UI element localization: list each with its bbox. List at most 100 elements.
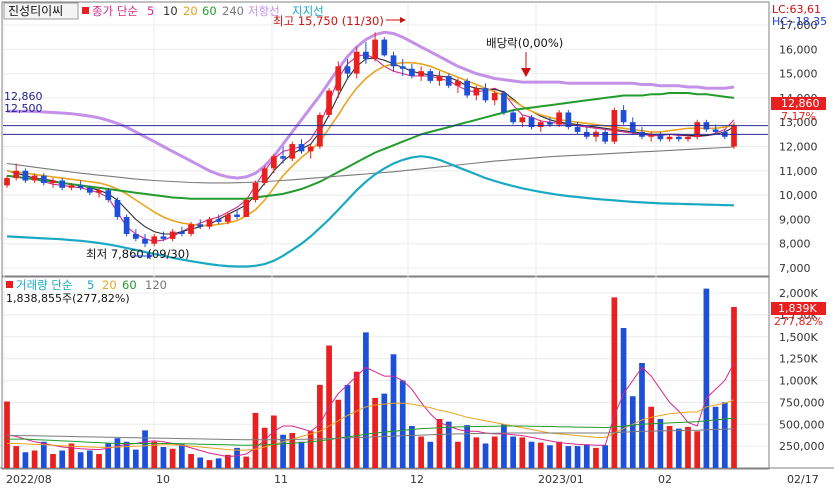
volume-bar[interactable] bbox=[234, 447, 240, 468]
candle-body[interactable] bbox=[59, 180, 66, 188]
volume-bar[interactable] bbox=[436, 419, 443, 468]
volume-bar[interactable] bbox=[455, 441, 461, 468]
volume-bar[interactable] bbox=[344, 384, 351, 468]
candle-body[interactable] bbox=[501, 93, 507, 113]
candle-body[interactable] bbox=[372, 39, 378, 60]
candle-body[interactable] bbox=[243, 199, 250, 217]
volume-bar[interactable] bbox=[491, 436, 498, 469]
candle-body[interactable] bbox=[455, 80, 461, 86]
candle-body[interactable] bbox=[363, 51, 369, 60]
volume-bar[interactable] bbox=[648, 406, 655, 468]
volume-bar[interactable] bbox=[694, 431, 701, 468]
volume-bar[interactable] bbox=[188, 454, 194, 468]
candle-body[interactable] bbox=[390, 55, 397, 67]
candle-body[interactable] bbox=[96, 190, 102, 193]
candle-body[interactable] bbox=[381, 39, 388, 56]
volume-bar[interactable] bbox=[602, 445, 609, 468]
volume-bar[interactable] bbox=[565, 446, 572, 468]
candle-body[interactable] bbox=[280, 156, 286, 159]
candle-body[interactable] bbox=[31, 175, 38, 181]
candle-body[interactable] bbox=[4, 178, 10, 186]
volume-bar[interactable] bbox=[243, 456, 250, 468]
candle-body[interactable] bbox=[298, 144, 305, 152]
candle-body[interactable] bbox=[114, 199, 121, 217]
volume-bar[interactable] bbox=[445, 421, 452, 468]
volume-bar[interactable] bbox=[583, 444, 590, 468]
candle-body[interactable] bbox=[160, 236, 167, 239]
candle-body[interactable] bbox=[666, 136, 673, 140]
candle-body[interactable] bbox=[491, 93, 498, 101]
volume-bar[interactable] bbox=[271, 415, 277, 469]
candle-body[interactable] bbox=[409, 68, 415, 77]
candle-body[interactable] bbox=[77, 185, 84, 188]
volume-bar[interactable] bbox=[482, 443, 489, 469]
volume-bar[interactable] bbox=[537, 442, 544, 468]
volume-bar[interactable] bbox=[685, 426, 691, 468]
volume-bar[interactable] bbox=[13, 446, 20, 468]
candle-body[interactable] bbox=[537, 122, 544, 128]
candle-body[interactable] bbox=[436, 76, 443, 81]
volume-bar[interactable] bbox=[353, 371, 360, 468]
volume-bar[interactable] bbox=[390, 354, 397, 468]
volume-bar[interactable] bbox=[123, 441, 130, 468]
candle-body[interactable] bbox=[335, 66, 342, 91]
candle-body[interactable] bbox=[68, 185, 75, 188]
candle-body[interactable] bbox=[464, 80, 470, 96]
volume-bar[interactable] bbox=[666, 426, 673, 468]
candle-body[interactable] bbox=[188, 224, 194, 234]
volume-bar[interactable] bbox=[611, 297, 618, 468]
volume-bar[interactable] bbox=[556, 441, 563, 468]
candle-body[interactable] bbox=[215, 219, 222, 222]
volume-bar[interactable] bbox=[298, 441, 305, 468]
candle-body[interactable] bbox=[225, 214, 231, 222]
candle-body[interactable] bbox=[169, 231, 176, 239]
volume-bar[interactable] bbox=[114, 438, 121, 468]
volume-bar[interactable] bbox=[409, 426, 415, 468]
candle-body[interactable] bbox=[482, 88, 489, 101]
candle-body[interactable] bbox=[307, 146, 314, 152]
volume-bar[interactable] bbox=[22, 452, 29, 468]
candle-body[interactable] bbox=[22, 170, 29, 181]
volume-bar[interactable] bbox=[547, 445, 553, 468]
candle-body[interactable] bbox=[234, 214, 240, 217]
volume-bar[interactable] bbox=[77, 452, 84, 468]
candle-body[interactable] bbox=[50, 180, 56, 183]
candle-body[interactable] bbox=[519, 117, 526, 123]
candle-body[interactable] bbox=[289, 144, 296, 159]
candle-body[interactable] bbox=[547, 122, 553, 125]
volume-bar[interactable] bbox=[473, 437, 480, 468]
volume-bar[interactable] bbox=[501, 424, 507, 468]
candle-body[interactable] bbox=[197, 224, 204, 227]
volume-bar[interactable] bbox=[31, 450, 38, 469]
candle-body[interactable] bbox=[602, 131, 609, 142]
candle-body[interactable] bbox=[271, 156, 277, 169]
volume-bar[interactable] bbox=[178, 443, 185, 469]
candle-body[interactable] bbox=[206, 219, 213, 227]
candle-body[interactable] bbox=[418, 71, 424, 77]
volume-bar[interactable] bbox=[675, 428, 682, 468]
volume-bar[interactable] bbox=[418, 436, 424, 469]
volume-bar[interactable] bbox=[574, 446, 581, 468]
volume-bar[interactable] bbox=[169, 448, 176, 468]
volume-bar[interactable] bbox=[657, 419, 664, 468]
candle-body[interactable] bbox=[685, 136, 691, 140]
candle-body[interactable] bbox=[473, 88, 480, 96]
volume-bar[interactable] bbox=[86, 450, 93, 469]
volume-bar[interactable] bbox=[528, 441, 535, 468]
volume-bar[interactable] bbox=[50, 454, 56, 468]
volume-bar[interactable] bbox=[40, 441, 47, 468]
candle-body[interactable] bbox=[142, 238, 148, 244]
candle-body[interactable] bbox=[344, 66, 351, 74]
volume-bar[interactable] bbox=[399, 380, 406, 469]
volume-bar[interactable] bbox=[731, 307, 737, 468]
candle-body[interactable] bbox=[252, 182, 259, 200]
candle-body[interactable] bbox=[317, 114, 323, 147]
candle-body[interactable] bbox=[510, 112, 516, 123]
candle-body[interactable] bbox=[556, 112, 563, 125]
candle-body[interactable] bbox=[565, 112, 572, 128]
candle-body[interactable] bbox=[261, 168, 268, 183]
candle-body[interactable] bbox=[574, 127, 581, 132]
volume-bar[interactable] bbox=[335, 399, 342, 468]
candle-body[interactable] bbox=[657, 134, 664, 140]
volume-bar[interactable] bbox=[712, 406, 719, 468]
